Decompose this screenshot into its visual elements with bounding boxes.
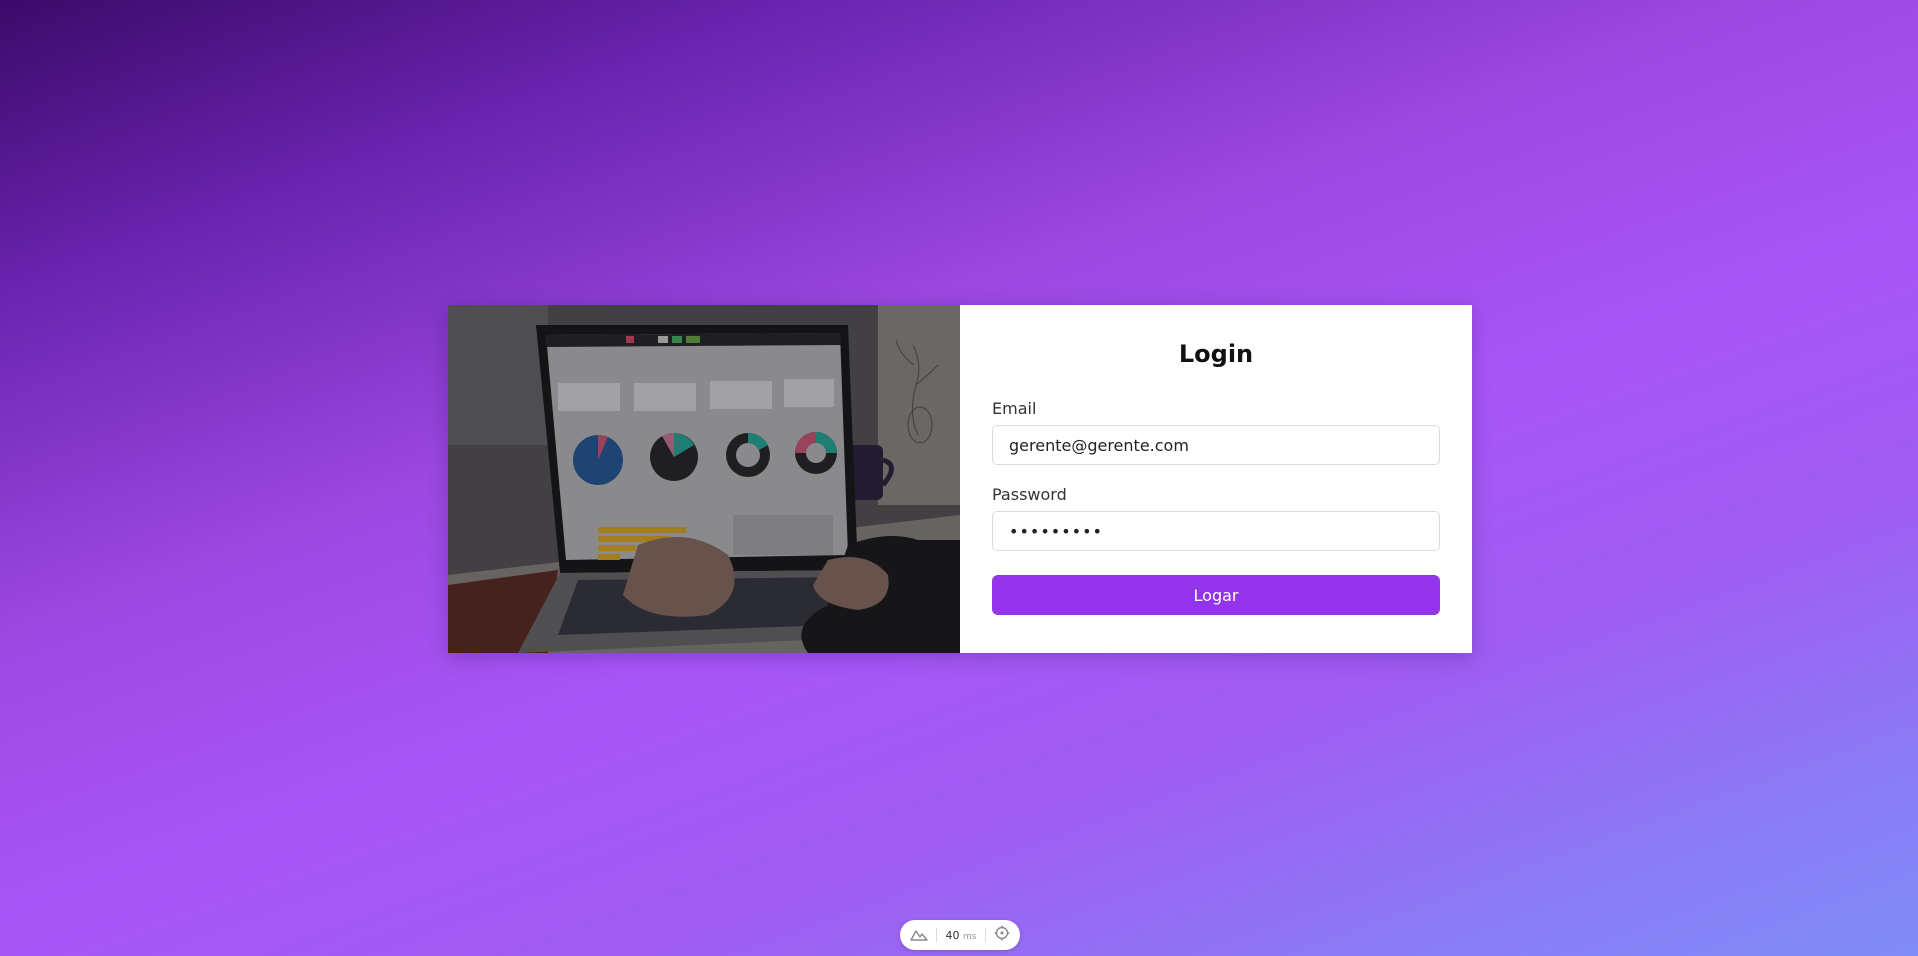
login-title: Login (1178, 340, 1254, 368)
mountain-icon[interactable] (910, 926, 928, 945)
laptop-dashboard-image (448, 305, 960, 653)
widget-divider (984, 928, 986, 942)
target-icon[interactable] (994, 925, 1010, 945)
render-time: 40 ms (946, 929, 977, 942)
password-label: Password (992, 485, 1067, 504)
widget-divider (936, 928, 938, 942)
email-label: Email (992, 399, 1037, 418)
password-field[interactable] (992, 511, 1440, 551)
login-submit-button[interactable]: Logar (992, 575, 1440, 615)
performance-widget[interactable]: 40 ms (900, 920, 1020, 950)
email-field[interactable] (992, 425, 1440, 465)
login-card: Login Email Password Logar (448, 305, 1472, 653)
login-form: Login Email Password Logar (960, 305, 1472, 653)
render-time-unit: ms (963, 931, 977, 942)
render-time-value: 40 (945, 928, 960, 942)
